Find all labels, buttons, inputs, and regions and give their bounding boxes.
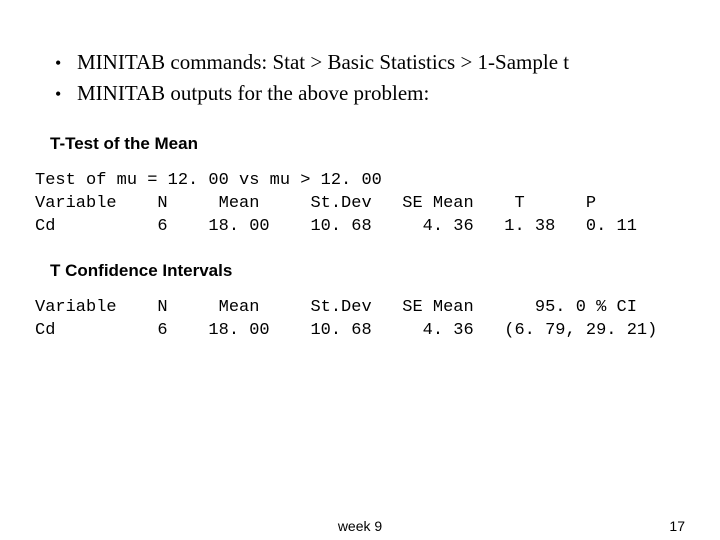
bullet-dot-icon: • — [55, 84, 77, 105]
tci-output: Variable N Mean St.Dev SE Mean 95. 0 % C… — [35, 297, 685, 343]
footer-center: week 9 — [0, 518, 720, 534]
heading-tci: T Confidence Intervals — [50, 261, 685, 281]
ttest-output: Test of mu = 12. 00 vs mu > 12. 00 Varia… — [35, 170, 685, 239]
bullet-text: MINITAB outputs for the above problem: — [77, 81, 429, 106]
bullet-item: • MINITAB commands: Stat > Basic Statist… — [55, 50, 685, 75]
bullet-list: • MINITAB commands: Stat > Basic Statist… — [55, 50, 685, 106]
bullet-text: MINITAB commands: Stat > Basic Statistic… — [77, 50, 569, 75]
page-number: 17 — [669, 518, 685, 534]
bullet-dot-icon: • — [55, 53, 77, 74]
bullet-item: • MINITAB outputs for the above problem: — [55, 81, 685, 106]
heading-ttest: T-Test of the Mean — [50, 134, 685, 154]
